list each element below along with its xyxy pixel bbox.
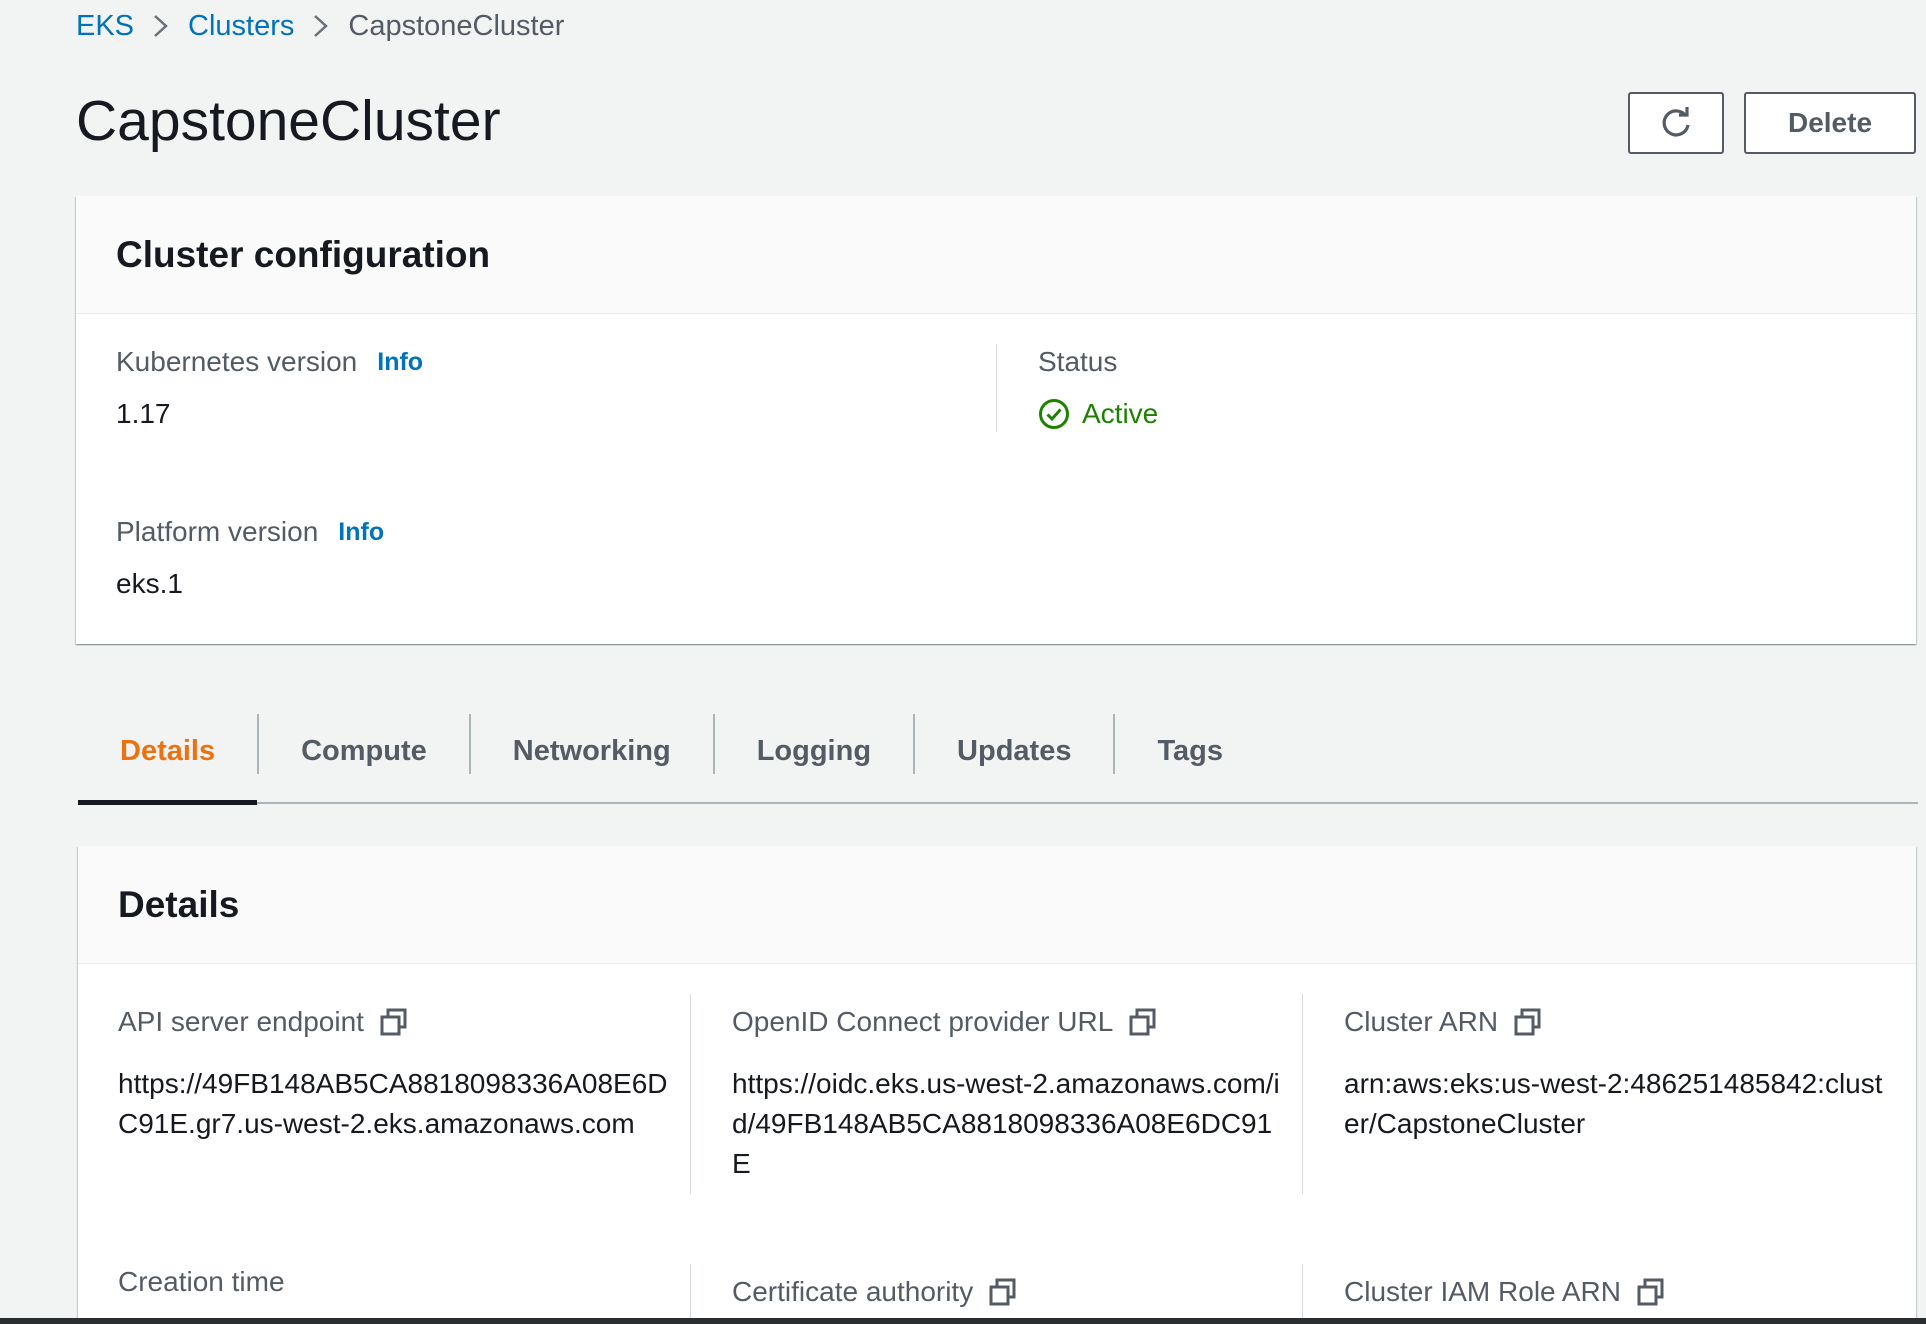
status-label: Status [1038, 346, 1118, 377]
tab-compute[interactable]: Compute [259, 700, 469, 802]
copy-icon[interactable] [1129, 1008, 1157, 1036]
tab-logging[interactable]: Logging [715, 700, 913, 802]
tab-details[interactable]: Details [78, 700, 258, 805]
column-divider [1302, 994, 1303, 1194]
refresh-button[interactable] [1628, 92, 1724, 154]
breadcrumb-clusters-link[interactable]: Clusters [188, 10, 294, 43]
copy-icon[interactable] [989, 1278, 1017, 1306]
column-divider [996, 344, 997, 432]
details-title: Details [78, 846, 1916, 964]
delete-button[interactable]: Delete [1744, 92, 1916, 154]
platform-version-info-link[interactable]: Info [338, 518, 384, 547]
column-divider [690, 1264, 691, 1324]
cluster-configuration-title: Cluster configuration [76, 196, 1916, 314]
platform-version-value: eks.1 [116, 568, 183, 599]
copy-icon[interactable] [1514, 1008, 1542, 1036]
breadcrumb-eks-link[interactable]: EKS [76, 10, 134, 43]
page-title: CapstoneCluster [76, 89, 501, 153]
tab-updates[interactable]: Updates [915, 700, 1113, 802]
creation-time-label: Creation time [118, 1266, 285, 1297]
kubernetes-version-label: Kubernetes version Info [116, 346, 424, 377]
chevron-right-icon [294, 6, 348, 46]
column-divider [1302, 1264, 1303, 1324]
breadcrumb: EKS Clusters CapstoneCluster [76, 6, 564, 46]
window-bottom-edge [0, 1318, 1926, 1324]
cluster-arn-value: arn:aws:eks:us-west-2:486251485842:clust… [1344, 1068, 1883, 1139]
api-endpoint-value: https://49FB148AB5CA8818098336A08E6DC91E… [118, 1068, 668, 1139]
status-text: Active [1082, 398, 1159, 429]
copy-icon[interactable] [380, 1008, 408, 1036]
certificate-authority-label: Certificate authority [732, 1276, 1017, 1308]
kubernetes-version-value: 1.17 [116, 398, 171, 429]
cluster-iam-role-label: Cluster IAM Role ARN [1344, 1276, 1665, 1308]
tab-bar: Details Compute Networking Logging Updat… [78, 700, 1918, 805]
oidc-url-value: https://oidc.eks.us-west-2.amazonaws.com… [732, 1068, 1280, 1179]
api-endpoint-label: API server endpoint [118, 1006, 408, 1038]
platform-version-label: Platform version Info [116, 516, 385, 547]
status-value: Active [1038, 394, 1158, 434]
details-panel: Details API server endpoint https://49FB… [78, 846, 1916, 1324]
kubernetes-version-info-link[interactable]: Info [377, 348, 423, 377]
check-circle-icon [1039, 399, 1069, 429]
cluster-arn-label: Cluster ARN [1344, 1006, 1542, 1038]
breadcrumb-current: CapstoneCluster [348, 9, 565, 42]
refresh-icon [1662, 107, 1690, 137]
chevron-right-icon [134, 6, 188, 46]
copy-icon[interactable] [1637, 1278, 1665, 1306]
tab-networking[interactable]: Networking [471, 700, 713, 802]
oidc-url-label: OpenID Connect provider URL [732, 1006, 1157, 1038]
column-divider [690, 994, 691, 1194]
cluster-configuration-panel: Cluster configuration Kubernetes version… [76, 196, 1916, 644]
tab-tags[interactable]: Tags [1115, 700, 1265, 802]
